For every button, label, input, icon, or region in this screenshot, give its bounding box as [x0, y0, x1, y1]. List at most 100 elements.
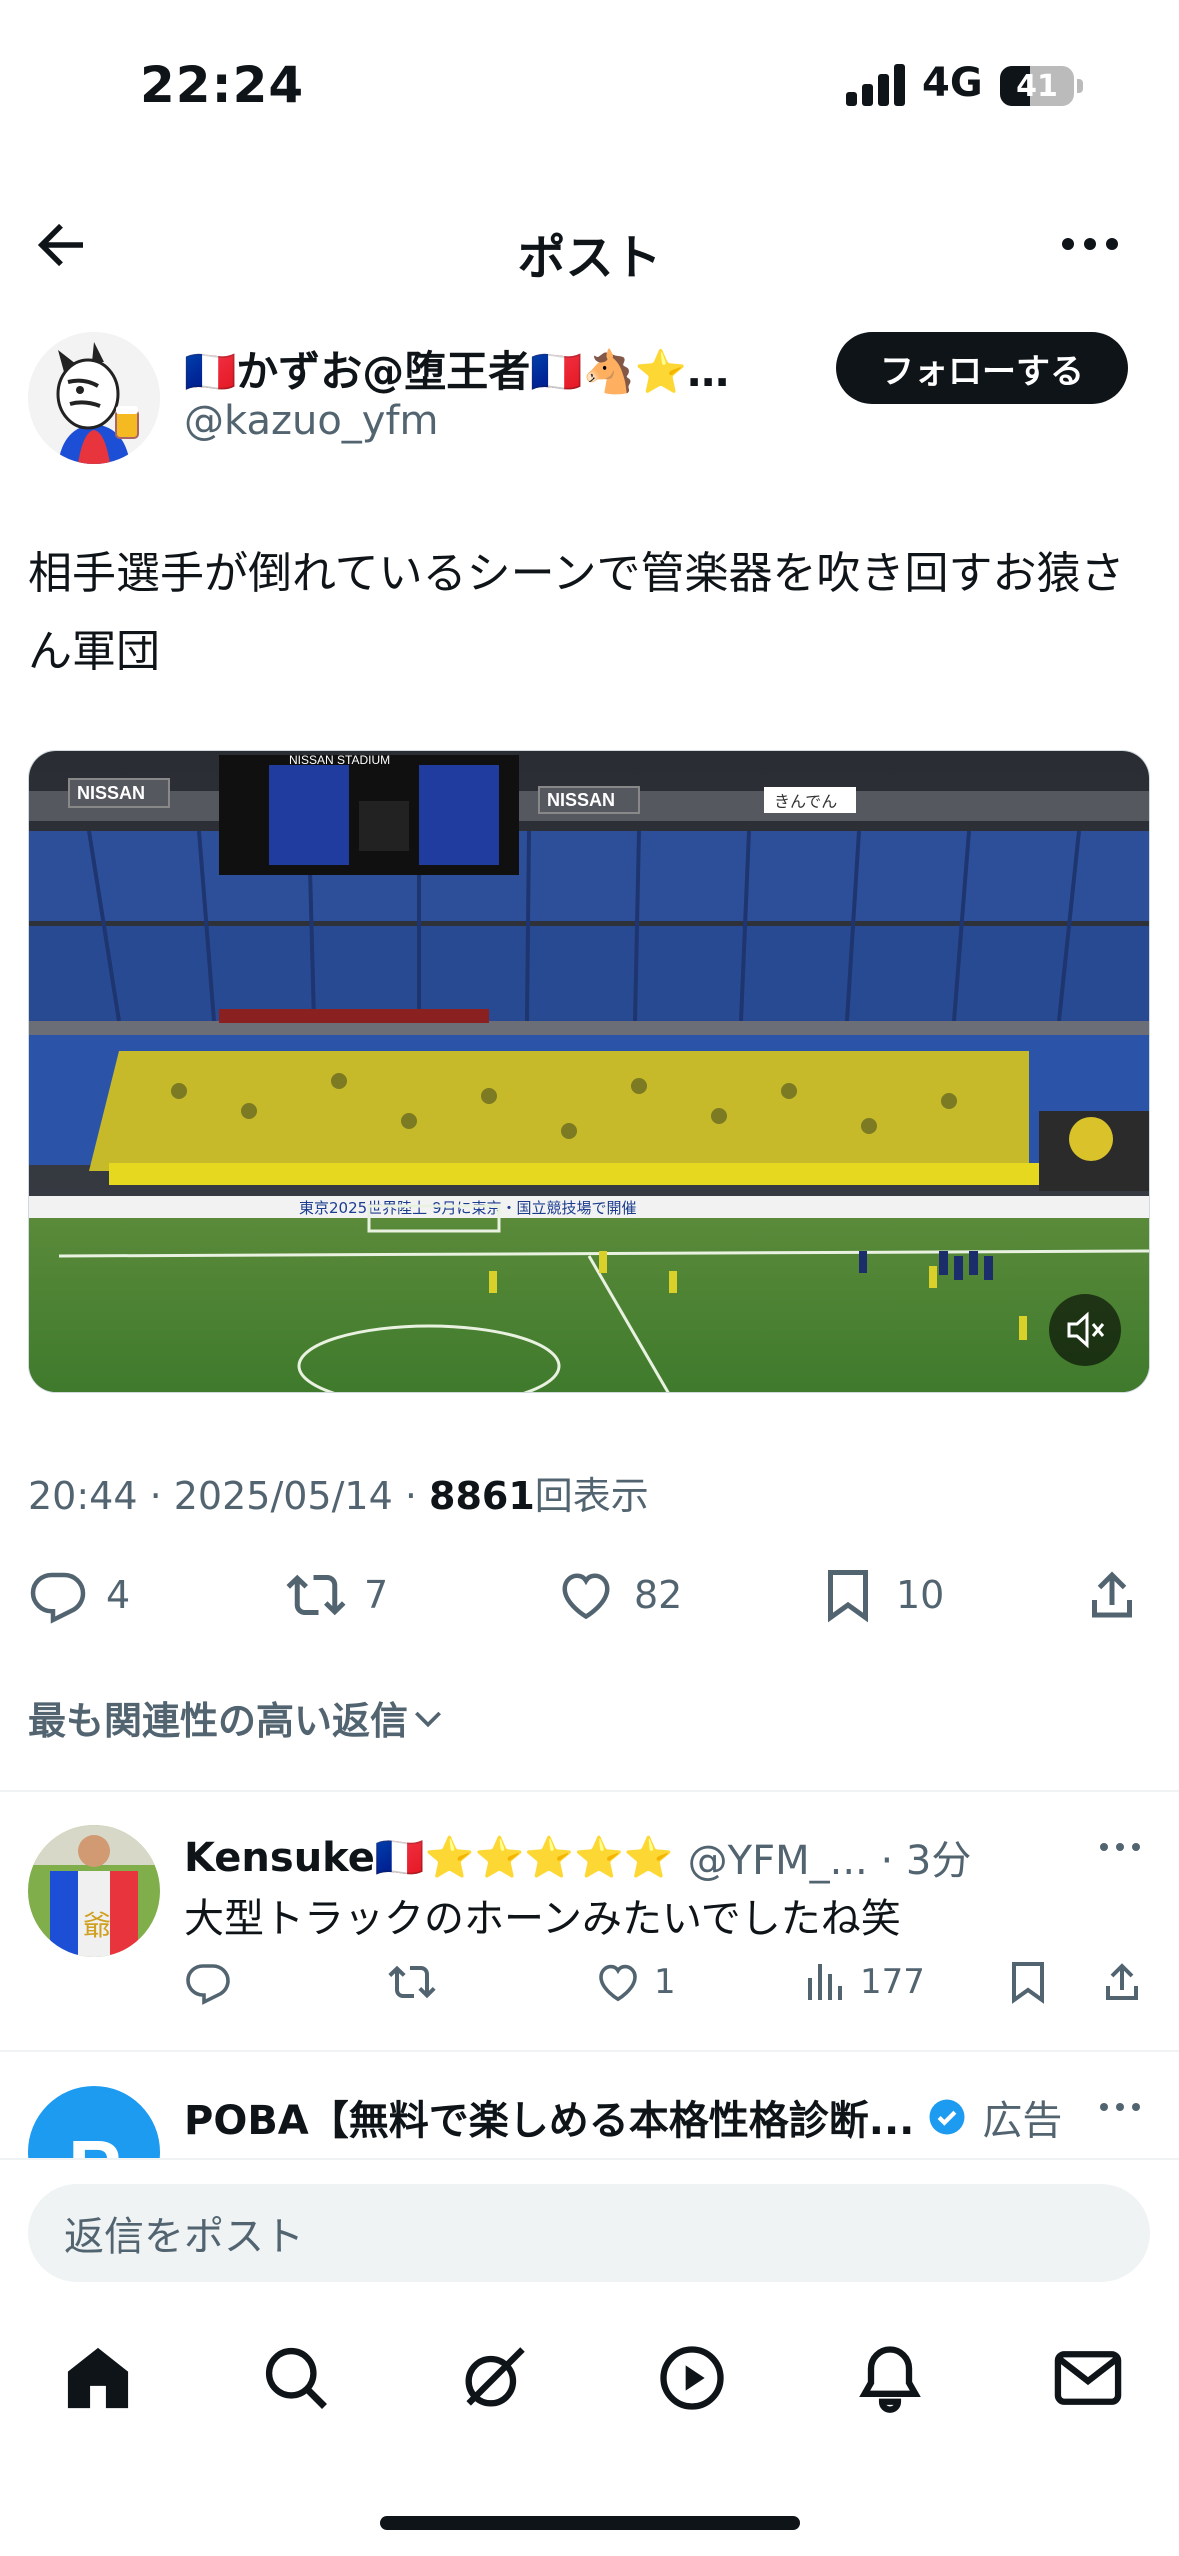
ad-logo-image: P [68, 2124, 121, 2158]
post-timestamp: 20:44 · 2025/05/14 · [28, 1474, 430, 1518]
bookmark-icon [1012, 1962, 1044, 2004]
battery-level: 41 [1016, 69, 1058, 104]
reply-composer-bar: 返信をポスト [0, 2158, 1179, 2298]
ad-label: 広告 [982, 2098, 1063, 2144]
svg-text:爺: 爺 [83, 1909, 111, 1942]
ad-reply-item[interactable]: P POBA【無料で楽しめる本格性格診断... 広告 無限に「猟素」リリプしてみ [0, 2050, 1179, 2158]
bottom-tab-bar [0, 2310, 1179, 2450]
follow-button[interactable]: フォローする [836, 332, 1128, 404]
post-action-bar: 4 7 82 10 [0, 1550, 1179, 1640]
like-count: 82 [634, 1573, 683, 1617]
reply-repost-button[interactable] [388, 1958, 436, 2006]
banner-mid: NISSAN [547, 790, 615, 810]
share-icon [1092, 1571, 1132, 1618]
tab-notifications[interactable] [852, 2340, 928, 2416]
ad-header: POBA【無料で楽しめる本格性格診断... 広告 [184, 2088, 1062, 2146]
signal-icon [846, 64, 906, 106]
ad-text: 無限に「猟素」リリプしてみ [184, 2146, 703, 2158]
reply-text: 大型トラックのホーンみたいでしたね笑 [184, 1896, 901, 1942]
grok-icon [465, 2347, 525, 2407]
verified-icon [929, 2099, 965, 2135]
sort-label: 最も関連性の高い返信 [28, 1699, 409, 1743]
battery-icon: 41 [1000, 66, 1074, 106]
tab-grok[interactable] [456, 2340, 532, 2416]
reply-item[interactable]: 爺 Kensuke🇫🇷⭐⭐⭐⭐⭐ @YFM_... · 3分 大型トラックのホー… [0, 1790, 1179, 2050]
reply-handle-time: @YFM_... · 3分 [687, 1838, 972, 1884]
reply-count: 4 [106, 1573, 131, 1617]
chevron-down-icon [415, 1711, 441, 1727]
svg-text:P: P [68, 2124, 121, 2158]
reply-icon [186, 1964, 230, 2005]
reply-avatar[interactable]: 爺 [28, 1825, 160, 1957]
view-label: 回表示 [534, 1474, 649, 1518]
post-header: ポスト [0, 190, 1179, 300]
reply-sort-selector[interactable]: 最も関連性の高い返信 [28, 1690, 448, 1745]
ad-avatar[interactable]: P [28, 2086, 160, 2158]
more-icon [1100, 1843, 1140, 1851]
post-text: 相手選手が倒れているシーンで管楽器を吹き回すお猿さん軍団 [28, 548, 1125, 677]
banner-left: NISSAN [77, 783, 145, 803]
mute-icon [1067, 1311, 1105, 1349]
mute-button[interactable] [1049, 1294, 1121, 1366]
more-icon [1100, 2103, 1140, 2111]
share-icon [1106, 1963, 1138, 2000]
mail-icon [1054, 2351, 1122, 2405]
like-button[interactable]: 82 [556, 1560, 682, 1630]
repost-count: 7 [364, 1573, 389, 1617]
search-icon [265, 2347, 327, 2409]
tab-messages[interactable] [1050, 2340, 1126, 2416]
more-button[interactable] [1060, 218, 1130, 268]
reply-author-name[interactable]: Kensuke🇫🇷⭐⭐⭐⭐⭐ [184, 1834, 674, 1881]
view-count: 8861 [429, 1474, 535, 1518]
reply-input[interactable]: 返信をポスト [28, 2184, 1150, 2282]
reply-header: Kensuke🇫🇷⭐⭐⭐⭐⭐ @YFM_... · 3分 [184, 1828, 971, 1886]
bell-icon [859, 2346, 921, 2413]
like-icon [599, 1964, 637, 2002]
ad-author-name[interactable]: POBA【無料で楽しめる本格性格診断... [184, 2088, 914, 2146]
repost-icon [286, 1574, 346, 1616]
repost-icon [388, 1965, 436, 1999]
home-indicator [380, 2516, 800, 2530]
reply-button[interactable]: 4 [28, 1560, 130, 1630]
reply-views-button[interactable]: 177 [800, 1958, 925, 2006]
author-handle[interactable]: @kazuo_yfm [184, 398, 439, 444]
bookmark-button[interactable]: 10 [818, 1560, 944, 1630]
reply-reply-button[interactable] [184, 1958, 232, 2006]
reply-bookmark-button[interactable] [1004, 1958, 1052, 2006]
share-button[interactable] [1082, 1560, 1142, 1630]
reply-action-bar: 1 177 [184, 1958, 1144, 2018]
bookmark-count: 10 [896, 1573, 945, 1617]
bookmark-icon [828, 1570, 868, 1623]
network-type: 4G [922, 60, 983, 106]
led-board: 東京2025世界陸上 9月に東京・国立競技場で開催 [299, 1199, 637, 1217]
tab-search[interactable] [258, 2340, 334, 2416]
reply-avatar-image: 爺 [28, 1825, 160, 1957]
post-meta: 20:44 · 2025/05/14 · 8861回表示 [28, 1465, 649, 1520]
reply-icon [30, 1572, 86, 1624]
reply-more-button[interactable] [1098, 1818, 1142, 1864]
reply-like-count: 1 [654, 1962, 676, 2002]
tab-home[interactable] [60, 2340, 136, 2416]
reply-view-count: 177 [860, 1962, 925, 2002]
stadium-sign: NISSAN STADIUM [289, 753, 390, 767]
like-icon [562, 1573, 610, 1620]
page-title: ポスト [517, 230, 662, 286]
status-bar: 22:24 4G 41 [0, 0, 1179, 170]
reply-like-button[interactable]: 1 [594, 1958, 676, 2006]
home-icon [67, 2347, 129, 2409]
post-video[interactable]: NISSAN STADIUM NISSAN NISSAN きんでん 東京2025… [28, 750, 1150, 1393]
stadium-video-frame: NISSAN STADIUM NISSAN NISSAN きんでん 東京2025… [29, 751, 1149, 1392]
status-time: 22:24 [140, 56, 305, 114]
author-display-name[interactable]: 🇫🇷かずお@堕王者🇫🇷🐴⭐… [184, 338, 784, 399]
video-icon [660, 2346, 724, 2410]
more-icon [1062, 238, 1118, 250]
reply-share-button[interactable] [1098, 1958, 1146, 2006]
banner-right: きんでん [774, 792, 837, 811]
ad-more-button[interactable] [1098, 2078, 1142, 2124]
repost-button[interactable]: 7 [286, 1560, 388, 1630]
zebra-avatar-image [28, 332, 160, 464]
battery-tip [1077, 79, 1083, 93]
views-icon [808, 1964, 842, 2000]
tab-video[interactable] [654, 2340, 730, 2416]
author-avatar[interactable] [28, 332, 160, 464]
